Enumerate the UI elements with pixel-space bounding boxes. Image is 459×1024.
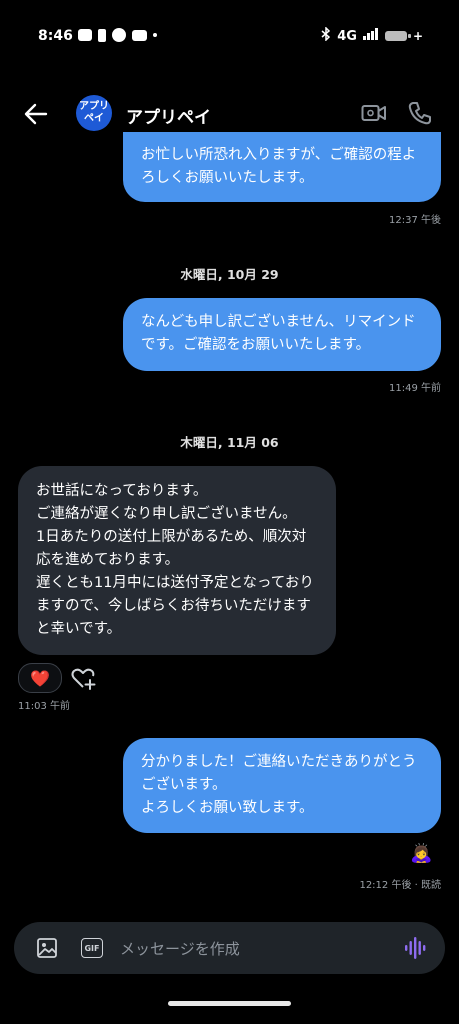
heart-icon: ❤️: [30, 668, 50, 688]
message-timestamp-seen: 12:12 午後 · 既読: [359, 880, 441, 891]
status-right: 4G +: [321, 26, 423, 45]
message-text-line: と幸いです。: [36, 621, 122, 637]
message-text-line: お世話になっております。: [36, 483, 208, 499]
add-reaction-icon[interactable]: [70, 664, 98, 692]
message-text-line: ろしくお願いいたします。: [141, 170, 314, 186]
bluetooth-icon: [321, 26, 331, 45]
phone-call-icon[interactable]: [407, 100, 433, 126]
youtube-icon: [132, 29, 147, 41]
more-notifications-icon: [153, 33, 157, 37]
outgoing-message[interactable]: 分かりました！ご連絡いただきありがとう ございます。 よろしくお願い致します。: [123, 738, 441, 833]
avatar-text-line1: アプリ: [79, 101, 109, 112]
message-text-line: よろしくお願い致します。: [141, 800, 314, 816]
battery-saver-icon: [98, 28, 106, 42]
signal-icon: [362, 28, 379, 44]
message-text-line: なんども申し訳ございません、リマインド: [141, 314, 416, 330]
message-composer: GIF メッセージを作成: [14, 922, 445, 974]
message-text-line: 1日あたりの送付上限があるため、順次対: [36, 529, 307, 545]
message-text-line: 分かりました！ご連絡いただきありがとう: [141, 754, 417, 770]
back-arrow-icon[interactable]: [22, 100, 50, 128]
status-bar: 8:46 4G +: [0, 0, 459, 72]
chat-title[interactable]: アプリペイ: [126, 103, 211, 128]
voice-message-icon[interactable]: [405, 936, 427, 960]
date-separator: 水曜日, 10月 29: [180, 267, 279, 282]
message-timestamp: 11:03 午前: [18, 701, 70, 712]
home-indicator[interactable]: [168, 1001, 291, 1006]
avatar[interactable]: アプリ ペイ: [76, 95, 112, 131]
date-separator: 木曜日, 11月 06: [180, 435, 279, 450]
message-timestamp: 12:37 午後: [389, 215, 441, 226]
message-text-line: ますので、今しばらくお待ちいただけます: [36, 598, 311, 614]
video-call-icon[interactable]: [361, 102, 387, 124]
message-text-line: お忙しい所恐れ入りますが、ご確認の程よ: [141, 147, 417, 163]
seen-avatar-emoji: 🙇‍♀️: [410, 843, 433, 864]
outgoing-message[interactable]: なんども申し訳ございません、リマインド です。ご確認をお願いいたします。: [123, 298, 441, 371]
charging-icon: +: [412, 29, 423, 43]
message-text-line: 応を進めております。: [36, 552, 180, 568]
heart-reaction[interactable]: ❤️: [18, 663, 62, 693]
message-text-line: ご連絡が遅くなり申し訳ございません。: [36, 506, 297, 522]
avatar-text-line2: ペイ: [84, 113, 104, 124]
discord-icon: [78, 29, 92, 41]
app-notification-icon: [112, 28, 126, 42]
gif-button[interactable]: GIF: [81, 938, 103, 958]
image-icon[interactable]: [36, 937, 58, 959]
message-text-line: です。ご確認をお願いいたします。: [141, 337, 371, 353]
outgoing-message[interactable]: お忙しい所恐れ入りますが、ご確認の程よ ろしくお願いいたします。: [123, 132, 441, 202]
battery-icon: [384, 31, 411, 41]
message-timestamp: 11:49 午前: [389, 383, 441, 394]
message-text-line: 遅くとも11月中には送付予定となっており: [36, 575, 314, 591]
network-label: 4G: [337, 28, 357, 44]
message-input[interactable]: メッセージを作成: [120, 938, 240, 959]
status-time: 8:46: [38, 28, 73, 44]
incoming-message[interactable]: お世話になっております。 ご連絡が遅くなり申し訳ございません。 1日あたりの送付…: [18, 466, 336, 655]
message-text-line: ございます。: [141, 777, 227, 793]
notification-icons: [78, 28, 157, 42]
